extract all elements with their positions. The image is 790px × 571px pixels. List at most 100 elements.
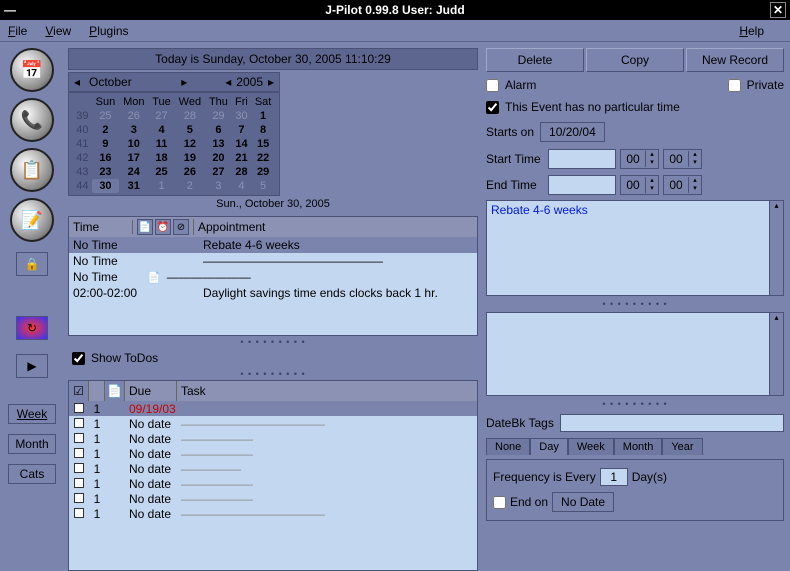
todo-col-priority[interactable]	[89, 381, 105, 401]
private-checkbox[interactable]	[728, 79, 741, 92]
end-min-spinner[interactable]: 00▴▾	[663, 175, 702, 195]
todo-row[interactable]: 109/19/03	[69, 401, 477, 416]
end-hour-spinner[interactable]: 00▴▾	[620, 175, 659, 195]
tab-year[interactable]: Year	[662, 438, 702, 455]
calendar-day[interactable]: 2	[175, 179, 206, 193]
no-time-checkbox[interactable]	[486, 101, 499, 114]
tab-none[interactable]: None	[486, 438, 530, 455]
starts-on-value[interactable]: 10/20/04	[540, 122, 605, 142]
prev-year[interactable]: ◂	[220, 75, 236, 89]
address-icon[interactable]: 📞	[10, 98, 54, 142]
appointment-row[interactable]: No Time———————————————	[69, 253, 477, 269]
todo-col-note-icon[interactable]: 📄	[105, 381, 125, 401]
note-textarea[interactable]: ▴	[486, 312, 784, 396]
calendar-day[interactable]: 12	[175, 137, 206, 151]
menu-view[interactable]: View	[45, 24, 71, 38]
todo-row[interactable]: 1No date——————	[69, 446, 477, 461]
calendar-day[interactable]: 22	[251, 151, 275, 165]
calendar-day[interactable]: 31	[119, 179, 148, 193]
note-scrollbar[interactable]: ▴	[769, 313, 783, 395]
calendar-day[interactable]: 15	[251, 137, 275, 151]
calendar-day[interactable]: 30	[92, 179, 119, 193]
calendar-day[interactable]: 20	[205, 151, 232, 165]
tags-input[interactable]	[560, 414, 784, 432]
nav-week[interactable]: Week	[8, 404, 56, 424]
copy-button[interactable]: Copy	[586, 48, 684, 72]
description-textarea[interactable]: Rebate 4-6 weeks ▴	[486, 200, 784, 296]
calendar-day[interactable]: 5	[175, 123, 206, 137]
menu-file[interactable]: File	[8, 24, 27, 38]
nav-month[interactable]: Month	[8, 434, 56, 454]
nav-cats[interactable]: Cats	[8, 464, 56, 484]
calendar-day[interactable]: 8	[251, 123, 275, 137]
calendar-day[interactable]: 10	[119, 137, 148, 151]
calendar-day[interactable]: 2	[92, 123, 119, 137]
prev-month[interactable]: ◂	[69, 75, 85, 89]
tab-month[interactable]: Month	[614, 438, 663, 455]
todo-row[interactable]: 1No date——————	[69, 491, 477, 506]
appointment-row[interactable]: No Time📄———————	[69, 269, 477, 285]
appt-col-time[interactable]: Time	[69, 220, 133, 234]
window-menu-icon[interactable]: —	[4, 3, 16, 17]
start-time-field[interactable]	[548, 149, 616, 169]
splitter-2[interactable]: • • • • • • • • •	[68, 370, 478, 378]
calendar-day[interactable]: 27	[205, 165, 232, 179]
splitter-right[interactable]: • • • • • • • • •	[486, 300, 784, 308]
window-close-button[interactable]: ✕	[770, 2, 786, 18]
todo-row[interactable]: 1No date—————	[69, 461, 477, 476]
repeat-filter-icon[interactable]: ⊘	[173, 219, 189, 235]
calendar-day[interactable]: 24	[119, 165, 148, 179]
todo-col-check-icon[interactable]: ☑	[69, 381, 89, 401]
todo-row[interactable]: 1No date————————————	[69, 416, 477, 431]
splitter-1[interactable]: • • • • • • • • •	[68, 338, 478, 346]
calendar-day[interactable]: 5	[251, 179, 275, 193]
calendar-day[interactable]: 1	[148, 179, 174, 193]
lock-button[interactable]: 🔒	[16, 252, 48, 276]
desc-scrollbar[interactable]: ▴	[769, 201, 783, 295]
delete-button[interactable]: Delete	[486, 48, 584, 72]
todo-row[interactable]: 1No date——————	[69, 476, 477, 491]
calendar-day[interactable]: 14	[232, 137, 251, 151]
memo-icon[interactable]: 📝	[10, 198, 54, 242]
start-hour-spinner[interactable]: 00▴▾	[620, 149, 659, 169]
calendar-day[interactable]: 26	[119, 109, 148, 123]
calendar-day[interactable]: 4	[148, 123, 174, 137]
calendar-day[interactable]: 25	[148, 165, 174, 179]
splitter-right-2[interactable]: • • • • • • • • •	[486, 400, 784, 408]
calendar-day[interactable]: 28	[175, 109, 206, 123]
menu-plugins[interactable]: Plugins	[89, 24, 128, 38]
datebook-icon[interactable]: 📅	[10, 48, 54, 92]
appt-col-appointment[interactable]: Appointment	[194, 220, 477, 234]
calendar-day[interactable]: 11	[148, 137, 174, 151]
tab-day[interactable]: Day	[530, 438, 568, 455]
calendar-day[interactable]: 3	[119, 123, 148, 137]
end-time-field[interactable]	[548, 175, 616, 195]
todo-row[interactable]: 1No date——————	[69, 431, 477, 446]
calendar-day[interactable]: 29	[251, 165, 275, 179]
freq-input[interactable]	[600, 468, 628, 486]
todo-col-due[interactable]: Due	[125, 381, 177, 401]
calendar-day[interactable]: 19	[175, 151, 206, 165]
note-filter-icon[interactable]: 📄	[137, 219, 153, 235]
todo-icon-button[interactable]: 📋	[10, 148, 54, 192]
calendar-day[interactable]: 26	[175, 165, 206, 179]
calendar-day[interactable]: 17	[119, 151, 148, 165]
calendar-day[interactable]: 28	[232, 165, 251, 179]
alarm-checkbox[interactable]	[486, 79, 499, 92]
calendar-day[interactable]: 4	[232, 179, 251, 193]
calendar-day[interactable]: 21	[232, 151, 251, 165]
calendar-day[interactable]: 6	[205, 123, 232, 137]
calendar-day[interactable]: 16	[92, 151, 119, 165]
appointment-row[interactable]: 02:00-02:00Daylight savings time ends cl…	[69, 285, 477, 301]
calendar-day[interactable]: 7	[232, 123, 251, 137]
todo-row[interactable]: 1No date————————————	[69, 506, 477, 521]
calendar-day[interactable]: 23	[92, 165, 119, 179]
end-on-value[interactable]: No Date	[552, 492, 614, 512]
todo-col-task[interactable]: Task	[177, 381, 477, 401]
calendar-day[interactable]: 25	[92, 109, 119, 123]
show-todos-checkbox[interactable]	[72, 352, 85, 365]
sync-button[interactable]: ↻	[16, 316, 48, 340]
new-record-button[interactable]: New Record	[686, 48, 784, 72]
tab-week[interactable]: Week	[568, 438, 614, 455]
alarm-filter-icon[interactable]: ⏰	[155, 219, 171, 235]
